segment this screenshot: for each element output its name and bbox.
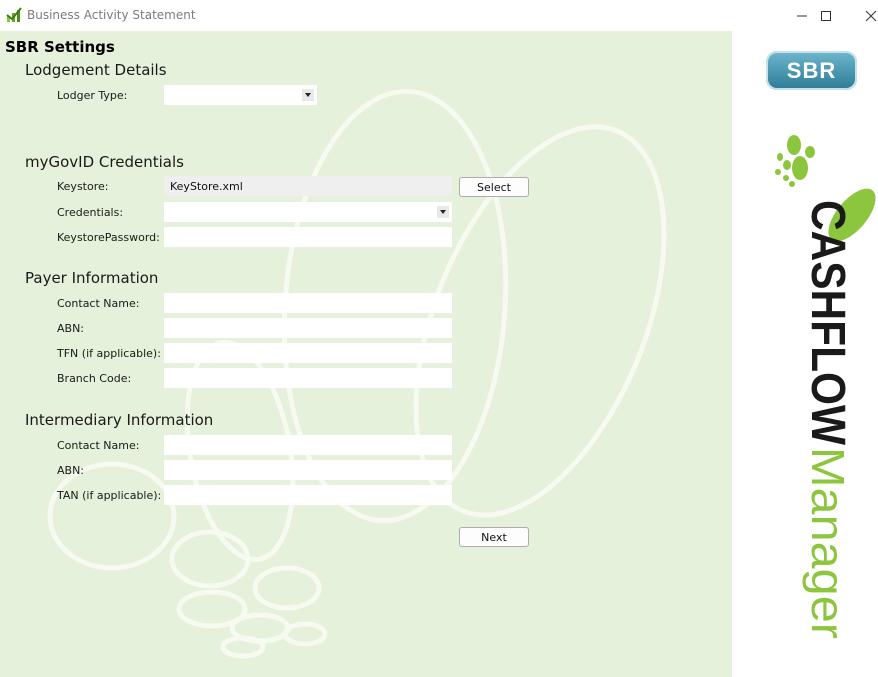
intermediary-heading: Intermediary Information xyxy=(25,411,214,429)
next-button[interactable]: Next xyxy=(459,527,529,547)
sbr-logo: SBR xyxy=(766,51,857,90)
payer-heading: Payer Information xyxy=(25,269,159,287)
payer-tfn-field[interactable] xyxy=(164,343,452,363)
maximize-icon xyxy=(821,11,831,21)
payer-tfn-label: TFN (if applicable): xyxy=(57,347,161,360)
maximize-button[interactable] xyxy=(803,0,849,31)
payer-contact-field[interactable] xyxy=(164,293,452,313)
close-icon xyxy=(865,10,877,22)
lodgement-heading: Lodgement Details xyxy=(25,61,167,79)
payer-abn-field[interactable] xyxy=(164,318,452,338)
keystore-field[interactable] xyxy=(164,176,452,196)
credentials-label: Credentials: xyxy=(57,206,124,219)
app-icon xyxy=(6,7,22,23)
payer-branch-label: Branch Code: xyxy=(57,372,132,385)
lodger-type-label: Lodger Type: xyxy=(57,89,128,102)
intermediary-tan-field[interactable] xyxy=(164,485,452,505)
keystore-password-label: KeystorePassword: xyxy=(57,231,160,244)
dropdown-arrow-icon xyxy=(302,89,314,101)
select-keystore-button[interactable]: Select xyxy=(459,177,529,197)
payer-contact-label: Contact Name: xyxy=(57,297,140,310)
window-title: Business Activity Statement xyxy=(27,8,196,22)
credentials-dropdown[interactable] xyxy=(164,202,452,222)
payer-branch-field[interactable] xyxy=(164,368,452,388)
lodger-type-dropdown[interactable] xyxy=(164,85,317,105)
payer-abn-label: ABN: xyxy=(57,322,85,335)
intermediary-contact-label: Contact Name: xyxy=(57,439,140,452)
cashflow-manager-logo: CASHFLOW Manager xyxy=(775,135,876,639)
intermediary-tan-label: TAN (if applicable): xyxy=(57,489,162,502)
page-title: SBR Settings xyxy=(5,38,115,56)
keystore-password-field[interactable] xyxy=(164,227,452,247)
keystore-label: Keystore: xyxy=(57,180,109,193)
intermediary-abn-field[interactable] xyxy=(164,460,452,480)
dropdown-arrow-icon xyxy=(437,206,449,218)
intermediary-abn-label: ABN: xyxy=(57,464,85,477)
intermediary-contact-field[interactable] xyxy=(164,435,452,455)
manager-wordmark: Manager xyxy=(802,447,854,639)
credentials-heading: myGovID Credentials xyxy=(25,153,184,171)
cashflow-wordmark: CASHFLOW xyxy=(801,200,854,446)
title-bar: Business Activity Statement xyxy=(0,0,878,31)
close-button[interactable] xyxy=(848,0,878,31)
